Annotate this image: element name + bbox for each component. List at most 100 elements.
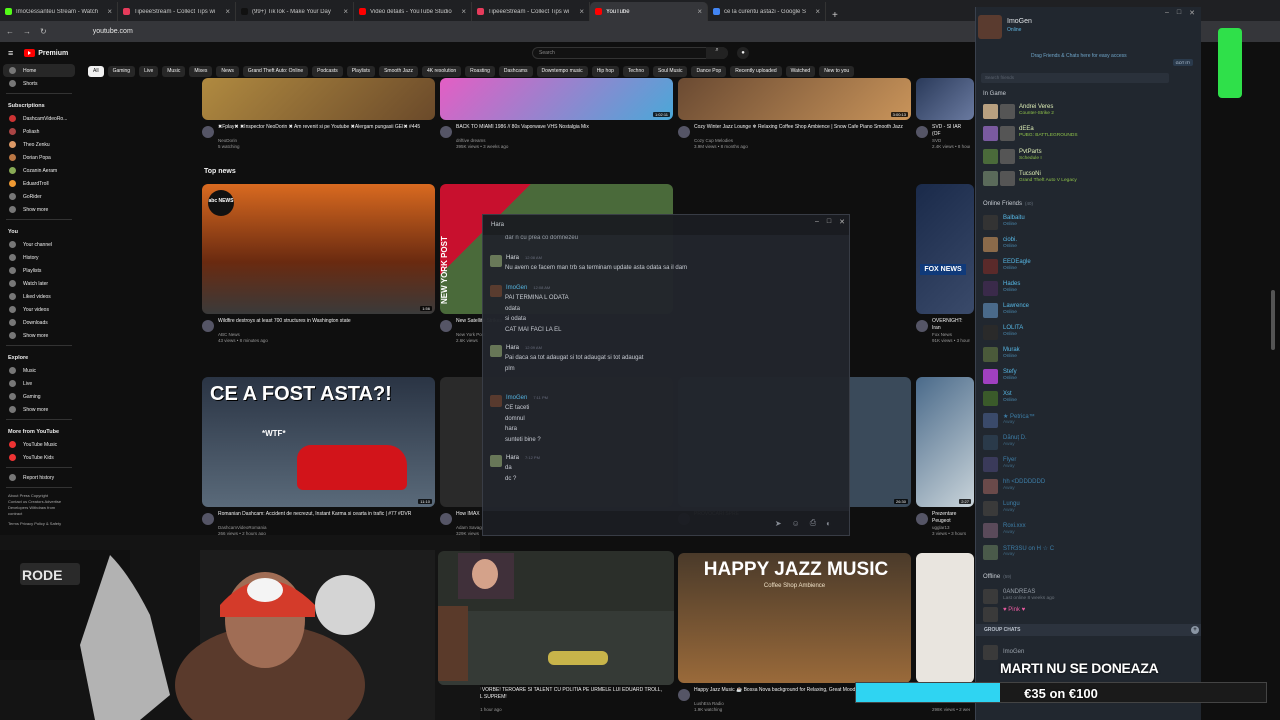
tab-close-icon[interactable]: × <box>461 7 466 16</box>
filter-chip[interactable]: Playlists <box>346 66 376 77</box>
filter-chip[interactable]: All <box>88 66 104 77</box>
sidebar-item[interactable]: YouTube Music <box>0 438 78 451</box>
user-avatar[interactable] <box>978 15 1002 39</box>
filter-chip[interactable]: 4K resolution <box>421 66 462 77</box>
friend-row[interactable]: Balbaitu Online <box>983 213 1183 233</box>
forward-icon[interactable]: → <box>23 27 31 36</box>
channel-avatar[interactable] <box>440 320 452 332</box>
sidebar-item[interactable]: Report history <box>0 471 78 484</box>
emoji-icon[interactable]: ☺ <box>792 519 800 528</box>
sidebar-item[interactable]: YouTube Kids <box>0 451 78 464</box>
filter-chip[interactable]: Roasting <box>465 66 495 77</box>
maximize-icon[interactable]: □ <box>827 218 831 226</box>
offline-section[interactable]: Offline (59) <box>983 574 1011 580</box>
filter-chip[interactable]: New to you <box>819 66 855 77</box>
video-title[interactable]: SVD - SI IAR (OF <box>932 124 970 138</box>
tab-close-icon[interactable]: × <box>107 7 112 16</box>
sidebar-item[interactable]: Show more <box>0 203 78 216</box>
message-author[interactable]: Hara 7:12 PM <box>506 455 540 461</box>
message-author[interactable]: ImoGen 7:11 PM <box>506 395 548 401</box>
sidebar-item[interactable]: Cozanin Aeram <box>0 164 78 177</box>
channel-avatar[interactable] <box>678 689 690 701</box>
friend-row[interactable]: Xst Online <box>983 389 1183 409</box>
friend-row[interactable]: PvtParts Schedule I <box>983 147 1183 167</box>
filter-chip[interactable]: Gaming <box>107 66 136 77</box>
friend-row[interactable]: hh <DDDDDDD Away <box>983 477 1183 497</box>
close-icon[interactable]: ✕ <box>1189 9 1195 17</box>
video-title[interactable]: Romanian Dashcam: Accident de necrezut, … <box>218 511 431 525</box>
search-input[interactable]: Search ⌕ <box>532 47 728 59</box>
tab-close-icon[interactable]: × <box>697 7 702 16</box>
sidebar-item[interactable]: Music <box>0 364 78 377</box>
video-thumbnail[interactable]: FOX NEWS <box>916 184 974 314</box>
minimize-icon[interactable]: – <box>815 218 819 226</box>
filter-chip[interactable]: Recently uploaded <box>730 66 782 77</box>
friend-row[interactable]: Flyer Away <box>983 455 1183 475</box>
filter-chip[interactable]: Smooth Jazz <box>379 66 418 77</box>
channel-avatar[interactable] <box>678 126 690 138</box>
video-title[interactable]: Prezentare Peugeot <box>932 511 970 525</box>
browser-tab[interactable]: (99+) TikTok - Make Your Day × <box>236 2 354 21</box>
message-author[interactable]: ImoGen 12:08 AM <box>506 285 550 291</box>
friend-row[interactable]: Dănuț D. Away <box>983 433 1183 453</box>
sidebar-item[interactable]: Show more <box>0 403 78 416</box>
sidebar-item[interactable]: EduardTroll <box>0 177 78 190</box>
url-field[interactable]: youtube.com <box>93 28 133 35</box>
in-game-section[interactable]: In Game <box>983 91 1006 97</box>
sidebar-footer-links[interactable]: About Press Copyright Contact us Creator… <box>0 491 70 519</box>
channel-avatar[interactable] <box>440 126 452 138</box>
video-thumbnail[interactable] <box>202 78 435 120</box>
user-name[interactable]: ImoGen <box>1007 18 1032 25</box>
minimize-icon[interactable]: – <box>1165 9 1169 17</box>
sidebar-item[interactable]: DashcamVideoRo... <box>0 112 78 125</box>
message-avatar[interactable] <box>490 395 502 407</box>
sidebar-item[interactable]: GoRider <box>0 190 78 203</box>
menu-icon[interactable]: ≡ <box>8 48 13 58</box>
friend-row[interactable]: Hades Online <box>983 279 1183 299</box>
friend-row[interactable]: TucsoNi Grand Theft Auto V Legacy <box>983 169 1183 189</box>
channel-avatar[interactable] <box>916 320 928 332</box>
filter-chip[interactable]: Music <box>162 66 186 77</box>
sidebar-item[interactable]: Playlists <box>0 264 78 277</box>
group-chats-bar[interactable]: GROUP CHATS + <box>976 624 1201 636</box>
friend-row[interactable]: Roxi.xxx Away <box>983 521 1183 541</box>
video-thumbnail[interactable] <box>916 78 974 120</box>
friend-row[interactable]: STR3SU on H ☆ C Away <box>983 543 1183 563</box>
search-icon[interactable]: ⌕ <box>706 47 728 59</box>
attach-icon[interactable]: ⎙ <box>810 518 816 528</box>
video-title[interactable]: BACK TO MIAMI 1986 // 80s Vaporwave VHS … <box>456 124 669 138</box>
video-thumbnail[interactable]: 3:00:13 <box>678 78 911 120</box>
channel-avatar[interactable] <box>202 513 214 525</box>
video-title[interactable]: Wildfire destroys at least 700 structure… <box>218 318 431 332</box>
browser-tab[interactable]: Video details - YouTube Studio × <box>354 2 472 21</box>
sidebar-item[interactable]: Gaming <box>0 390 78 403</box>
send-icon[interactable]: ➤ <box>775 519 782 528</box>
maximize-icon[interactable]: □ <box>1177 9 1181 17</box>
video-thumbnail[interactable]: CE A FOST ASTA?! *WTF* 11:10 <box>202 377 435 507</box>
friend-row[interactable]: Andrei Veres Counter-Strike 2 <box>983 102 1183 122</box>
sidebar-item[interactable]: Liked videos <box>0 290 78 303</box>
youtube-logo[interactable]: ≡ Premium <box>8 48 68 58</box>
chat-input-bar[interactable]: ➤ ☺ ⎙ ◐ <box>483 511 849 535</box>
friend-row[interactable]: Lungu Away <box>983 499 1183 519</box>
video-title[interactable]: FAPTE NU VORBE! TEROARE SI TALENT CU POL… <box>456 687 669 701</box>
filter-chip[interactable]: Mixes <box>189 66 213 77</box>
page-scrollbar[interactable] <box>1271 290 1275 350</box>
message-avatar[interactable] <box>490 345 502 357</box>
friend-row[interactable]: Murak Online <box>983 345 1183 365</box>
browser-tab[interactable]: ImoGessanteu Stream - Watch × <box>0 2 118 21</box>
friend-row[interactable]: ♥ Pink ♥ <box>983 605 1183 625</box>
friend-row[interactable]: LOLITA Online <box>983 323 1183 343</box>
reload-icon[interactable]: ↻ <box>40 27 47 36</box>
got-it-button[interactable]: GOT IT! <box>1172 59 1193 66</box>
channel-avatar[interactable] <box>202 126 214 138</box>
sidebar-item[interactable]: Downloads <box>0 316 78 329</box>
video-thumbnail[interactable]: 1:02:11 <box>440 78 673 120</box>
sidebar-item[interactable]: Home <box>3 64 75 77</box>
filter-chip[interactable]: Dashcams <box>498 66 533 77</box>
friend-row[interactable]: ★ Petrica™ Away <box>983 411 1183 431</box>
add-group-icon[interactable]: + <box>1191 626 1199 634</box>
voice-icon[interactable]: ◐ <box>826 519 831 528</box>
microphone-icon[interactable]: ● <box>737 47 749 59</box>
filter-chip[interactable]: Dance Pop <box>691 66 727 77</box>
